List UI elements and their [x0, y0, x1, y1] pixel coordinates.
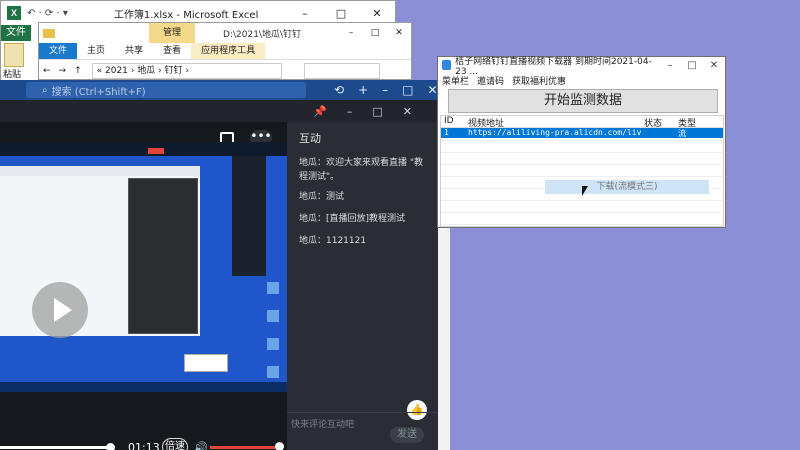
chat-message: 地瓜：测试 — [299, 192, 345, 202]
maximize-button[interactable]: □ — [402, 83, 413, 97]
context-menu-download[interactable]: 下载(流模式三) — [545, 180, 709, 194]
explorer-window: 管理 D:\2021\地瓜\钉钉 – □ ✕ 文件 主页 共享 查看 应用程序工… — [38, 22, 412, 80]
table-row[interactable]: 1 https://aliliving-pra.alicdn.com/live_… — [441, 128, 723, 138]
video-table: ID 视频地址 状态 类型 1 https://aliliving-pra.al… — [440, 115, 724, 227]
menu-item-menubar[interactable]: 菜单栏 — [442, 74, 469, 87]
video-frame-taskbar — [0, 382, 287, 392]
maximize-button[interactable]: □ — [323, 7, 359, 20]
chat-message: 地瓜：[直播回放]教程测试 — [299, 214, 406, 224]
quick-access-toolbar[interactable]: ↶ · ⟳ · ▾ — [27, 8, 68, 19]
chat-message: 地瓜：欢迎大家来观看直播 "教程测试"。 — [299, 158, 424, 182]
chat-message: 地瓜：1121121 — [299, 236, 367, 246]
video-frame-side-panel — [232, 156, 266, 276]
comment-input[interactable]: 快来评论互动吧 发送 — [287, 412, 438, 450]
row-id: 1 — [444, 128, 449, 137]
minimize-button[interactable]: – — [382, 83, 388, 97]
volume-icon[interactable]: 🔊 — [193, 441, 208, 450]
excel-logo-icon: X — [7, 6, 21, 20]
row-url: https://aliliving-pra.alicdn.com/live_..… — [468, 128, 641, 137]
explorer-window-controls: – □ ✕ — [339, 28, 411, 38]
explorer-ribbon-tabs: 文件 主页 共享 查看 应用程序工具 — [39, 43, 411, 59]
close-button[interactable]: ✕ — [703, 60, 725, 71]
row-type: 流 — [678, 129, 686, 138]
send-button[interactable]: 发送 — [390, 427, 424, 443]
menu-item-invite-code[interactable]: 邀请码 — [477, 74, 504, 87]
video-frame-notification — [184, 354, 228, 372]
excel-window-controls: – □ ✕ — [287, 7, 395, 20]
live-close-button[interactable]: ✕ — [403, 105, 412, 118]
pin-icon[interactable]: 📌 — [313, 105, 327, 118]
video-frame-dark-window — [128, 178, 198, 334]
explorer-address-row: ← → ↑ « 2021 › 地瓜 › 钉钉 › — [39, 59, 411, 81]
video-frame-desktop-icons — [267, 282, 281, 392]
back-arrow-icon[interactable]: ← — [43, 66, 51, 76]
manage-tab[interactable]: 管理 — [149, 23, 196, 43]
explorer-path-title: D:\2021\地瓜\钉钉 — [223, 29, 301, 40]
add-icon[interactable]: + — [358, 83, 368, 97]
player-controls: 01:13 倍速 🔊 — [0, 437, 287, 450]
progress-knob[interactable] — [106, 443, 115, 450]
tab-share[interactable]: 共享 — [115, 43, 153, 59]
playback-time: 01:13 — [128, 441, 160, 450]
play-icon[interactable] — [32, 282, 88, 338]
downloader-titlebar: 桔子网络钉钉直播视频下载器 到期时间2021-04-23 ... – □ ✕ — [438, 57, 725, 77]
search-icon: ⌕ — [42, 84, 48, 96]
excel-file-tab[interactable]: 文件 — [1, 25, 31, 41]
tab-view[interactable]: 查看 — [153, 43, 191, 59]
column-header-url[interactable]: 视频地址 — [465, 116, 641, 127]
table-header: ID 视频地址 状态 类型 — [441, 116, 723, 128]
chat-panel: 互动 地瓜：欢迎大家来观看直播 "教程测试"。 地瓜：测试 地瓜：[直播回放]教… — [287, 122, 438, 450]
mouse-cursor-icon — [582, 186, 588, 196]
video-player[interactable]: ••• 01:13 倍速 🔊 — [0, 122, 287, 450]
column-header-type[interactable]: 类型 — [675, 116, 715, 127]
tab-file[interactable]: 文件 — [39, 43, 78, 59]
excel-title: 工作簿1.xlsx - Microsoft Excel — [113, 9, 259, 21]
tab-app-tools[interactable]: 应用程序工具 — [191, 43, 266, 59]
live-minimize-button[interactable]: – — [347, 105, 353, 118]
history-icon[interactable]: ⟲ — [334, 83, 344, 97]
address-bar[interactable]: « 2021 › 地瓜 › 钉钉 › — [91, 62, 282, 79]
close-button[interactable]: ✕ — [387, 28, 411, 38]
live-window-controls: 📌 – □ ✕ — [0, 100, 438, 122]
dingtalk-search-input[interactable]: ⌕ 搜索 (Ctrl+Shift+F) — [26, 82, 306, 98]
video-frame — [0, 142, 287, 392]
column-header-id[interactable]: ID — [441, 116, 465, 127]
explorer-titlebar: 管理 D:\2021\地瓜\钉钉 – □ ✕ — [39, 23, 411, 43]
search-placeholder: 搜索 (Ctrl+Shift+F) — [51, 86, 146, 98]
video-frame-red-button — [148, 148, 164, 154]
live-maximize-button[interactable]: □ — [372, 105, 382, 118]
maximize-button[interactable]: □ — [681, 60, 703, 71]
start-monitor-button[interactable]: 开始监测数据 — [448, 89, 718, 113]
minimize-button[interactable]: – — [287, 7, 323, 20]
progress-bar[interactable] — [0, 443, 115, 450]
dingtalk-window: ⌕ 搜索 (Ctrl+Shift+F) ⟲ + – □ ✕ 📌 – □ ✕ ••… — [0, 80, 438, 450]
column-header-status[interactable]: 状态 — [641, 116, 675, 127]
minimize-button[interactable]: – — [659, 60, 681, 71]
downloader-window-controls: – □ ✕ — [659, 60, 725, 71]
row-status — [641, 128, 675, 138]
tab-home[interactable]: 主页 — [77, 43, 115, 59]
dingtalk-topbar: ⌕ 搜索 (Ctrl+Shift+F) ⟲ + – □ ✕ — [0, 80, 438, 100]
dingtalk-top-icons: ⟲ + – □ ✕ — [334, 83, 438, 97]
comment-placeholder: 快来评论互动吧 — [291, 420, 355, 430]
downloader-window: 桔子网络钉钉直播视频下载器 到期时间2021-04-23 ... – □ ✕ 菜… — [437, 56, 726, 228]
maximize-button[interactable]: □ — [363, 28, 387, 38]
up-arrow-icon[interactable]: ↑ — [74, 66, 82, 76]
chat-title: 互动 — [299, 132, 321, 145]
minimize-button[interactable]: – — [339, 28, 363, 38]
explorer-search-input[interactable] — [303, 62, 380, 79]
paste-icon[interactable] — [4, 43, 24, 67]
downloader-logo-icon — [442, 60, 452, 70]
paste-label: 粘贴 — [3, 70, 22, 80]
video-frame-header — [0, 142, 287, 156]
close-button[interactable]: ✕ — [359, 7, 395, 20]
volume-knob[interactable] — [275, 442, 284, 450]
menu-item-benefits[interactable]: 获取福利优惠 — [512, 74, 566, 87]
forward-arrow-icon[interactable]: → — [59, 66, 67, 76]
volume-slider[interactable] — [210, 446, 280, 449]
speed-button[interactable]: 倍速 — [162, 438, 188, 450]
folder-icon — [43, 28, 55, 38]
